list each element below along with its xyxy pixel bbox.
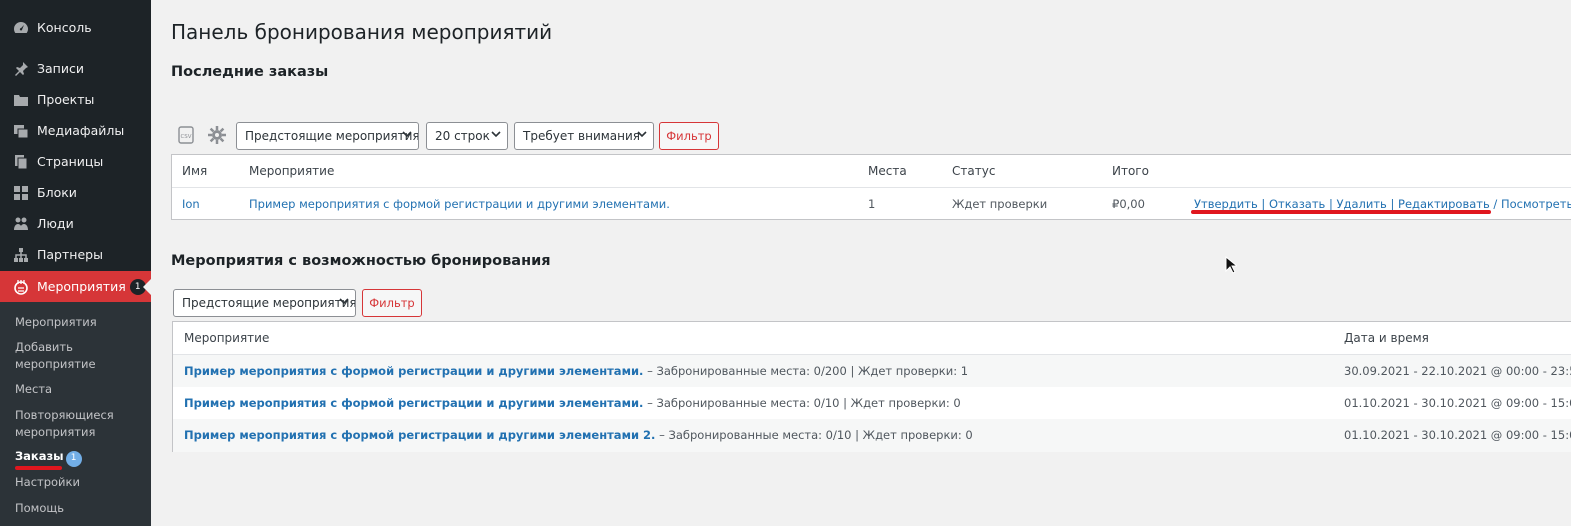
submenu-item-help[interactable]: Помощь [15, 500, 145, 517]
people-icon [11, 214, 31, 234]
submenu-item-recurring-events[interactable]: Повторяющиеся мероприятия [15, 407, 145, 441]
column-header-name[interactable]: Имя [182, 164, 207, 178]
csv-export-icon[interactable]: CSV [175, 124, 197, 146]
select-value: Предстоящие мероприятия [245, 129, 419, 143]
status-select[interactable]: Требует внимания [514, 122, 654, 150]
rows-per-page-select[interactable]: 20 строк [426, 122, 508, 150]
menu-label: Люди [37, 216, 74, 231]
menu-label: Мероприятия [37, 279, 126, 294]
annotation-underline [15, 466, 62, 470]
recent-orders-title: Последние заказы [171, 64, 329, 80]
bookable-events-table: Мероприятие Дата и время Пример мероприя… [172, 321, 1571, 452]
filter-button[interactable]: Фильтр [659, 122, 719, 150]
partners-icon [11, 245, 31, 265]
submenu-item-settings[interactable]: Настройки [15, 474, 145, 491]
events-icon [11, 277, 31, 297]
menu-label: Блоки [37, 185, 77, 200]
blocks-icon [11, 183, 31, 203]
bookable-events-title: Мероприятия с возможностью бронирования [171, 253, 551, 269]
select-value: Требует внимания [523, 129, 641, 143]
submenu-item-bookings[interactable]: Заказы 1 [15, 448, 145, 467]
chevron-down-icon [637, 131, 647, 138]
submenu-item-locations[interactable]: Места [15, 381, 145, 398]
event-scope-select-2[interactable]: Предстоящие мероприятия [173, 289, 356, 317]
page-title: Панель бронирования мероприятий [171, 20, 553, 44]
total-value: ₽0,00 [1112, 197, 1145, 211]
chevron-down-icon [491, 131, 501, 138]
folder-icon [11, 90, 31, 110]
event-details: – Забронированные места: 0/10 | Ждет про… [647, 396, 961, 410]
event-info: Пример мероприятия с формой регистрации … [184, 364, 968, 378]
column-header-total[interactable]: Итого [1112, 164, 1149, 178]
booker-name-link[interactable]: Ion [182, 197, 200, 211]
event-name-link[interactable]: Пример мероприятия с формой регистрации … [184, 364, 643, 378]
menu-item-console[interactable]: Консоль [0, 12, 151, 43]
bookings-count-badge: 1 [65, 450, 82, 467]
submenu-item-add-event[interactable]: Добавить мероприятие [15, 339, 145, 373]
column-header-event[interactable]: Мероприятие [249, 164, 334, 178]
menu-item-partners[interactable]: Партнеры [0, 239, 151, 270]
table-row: Пример мероприятия с формой регистрации … [173, 419, 1571, 452]
event-name-link[interactable]: Пример мероприятия с формой регистрации … [184, 428, 655, 442]
gear-icon[interactable] [206, 124, 228, 146]
column-header-datetime: Дата и время [1344, 331, 1429, 345]
pages-icon [11, 152, 31, 172]
menu-item-projects[interactable]: Проекты [0, 84, 151, 115]
column-header-spaces[interactable]: Места [868, 164, 907, 178]
menu-label: Проекты [37, 92, 95, 107]
event-details: – Забронированные места: 0/10 | Ждет про… [659, 428, 973, 442]
event-datetime: 01.10.2021 - 30.10.2021 @ 09:00 - 15:00 [1344, 396, 1571, 410]
table-row: Пример мероприятия с формой регистрации … [173, 387, 1571, 419]
column-header-event: Мероприятие [184, 331, 270, 345]
media-icon [11, 121, 31, 141]
spaces-value: 1 [868, 197, 876, 211]
menu-item-blocks[interactable]: Блоки [0, 177, 151, 208]
pin-icon [11, 59, 31, 79]
menu-label: Консоль [37, 20, 92, 35]
events-submenu: Мероприятия Добавить мероприятие Места П… [0, 302, 151, 526]
menu-item-posts[interactable]: Записи [0, 53, 151, 84]
table-row: Пример мероприятия с формой регистрации … [173, 355, 1571, 387]
admin-sidebar: Консоль Записи Проекты Медиафайлы Страни… [0, 0, 151, 526]
event-datetime: 30.09.2021 - 22.10.2021 @ 00:00 - 23:59 [1344, 364, 1571, 378]
svg-text:CSV: CSV [180, 134, 191, 140]
event-link[interactable]: Пример мероприятия с формой регистрации … [249, 197, 670, 211]
column-header-status[interactable]: Статус [952, 164, 995, 178]
event-details: – Забронированные места: 0/200 | Ждет пр… [647, 364, 969, 378]
menu-item-pages[interactable]: Страницы [0, 146, 151, 177]
menu-item-events[interactable]: Мероприятия 1 [0, 271, 151, 302]
header-separator [172, 187, 1571, 188]
menu-item-media[interactable]: Медиафайлы [0, 115, 151, 146]
event-info: Пример мероприятия с формой регистрации … [184, 396, 961, 410]
menu-label: Медиафайлы [37, 123, 125, 138]
submenu-label: Заказы [15, 449, 64, 463]
event-datetime: 01.10.2021 - 30.10.2021 @ 09:00 - 15:00 [1344, 428, 1571, 442]
select-value: 20 строк [435, 129, 490, 143]
chevron-down-icon [339, 298, 349, 305]
booking-actions-links[interactable]: Утвердить | Отказать | Удалить | Редакти… [1194, 197, 1571, 211]
filter-button-2[interactable]: Фильтр [362, 289, 422, 317]
annotation-underline [1191, 210, 1491, 214]
menu-label: Записи [37, 61, 84, 76]
dashboard-icon [11, 18, 31, 38]
main-content: Панель бронирования мероприятий Последни… [151, 0, 1571, 526]
events-count-badge: 1 [129, 278, 146, 295]
menu-item-people[interactable]: Люди [0, 208, 151, 239]
select-value: Предстоящие мероприятия [182, 296, 356, 310]
status-value: Ждет проверки [952, 197, 1048, 211]
chevron-down-icon [402, 131, 412, 138]
event-name-link[interactable]: Пример мероприятия с формой регистрации … [184, 396, 643, 410]
submenu-item-events[interactable]: Мероприятия [15, 314, 145, 331]
menu-label: Страницы [37, 154, 104, 169]
mouse-cursor-icon [1225, 256, 1237, 274]
event-info: Пример мероприятия с формой регистрации … [184, 428, 973, 442]
menu-label: Партнеры [37, 247, 103, 262]
event-scope-select[interactable]: Предстоящие мероприятия [236, 122, 419, 150]
